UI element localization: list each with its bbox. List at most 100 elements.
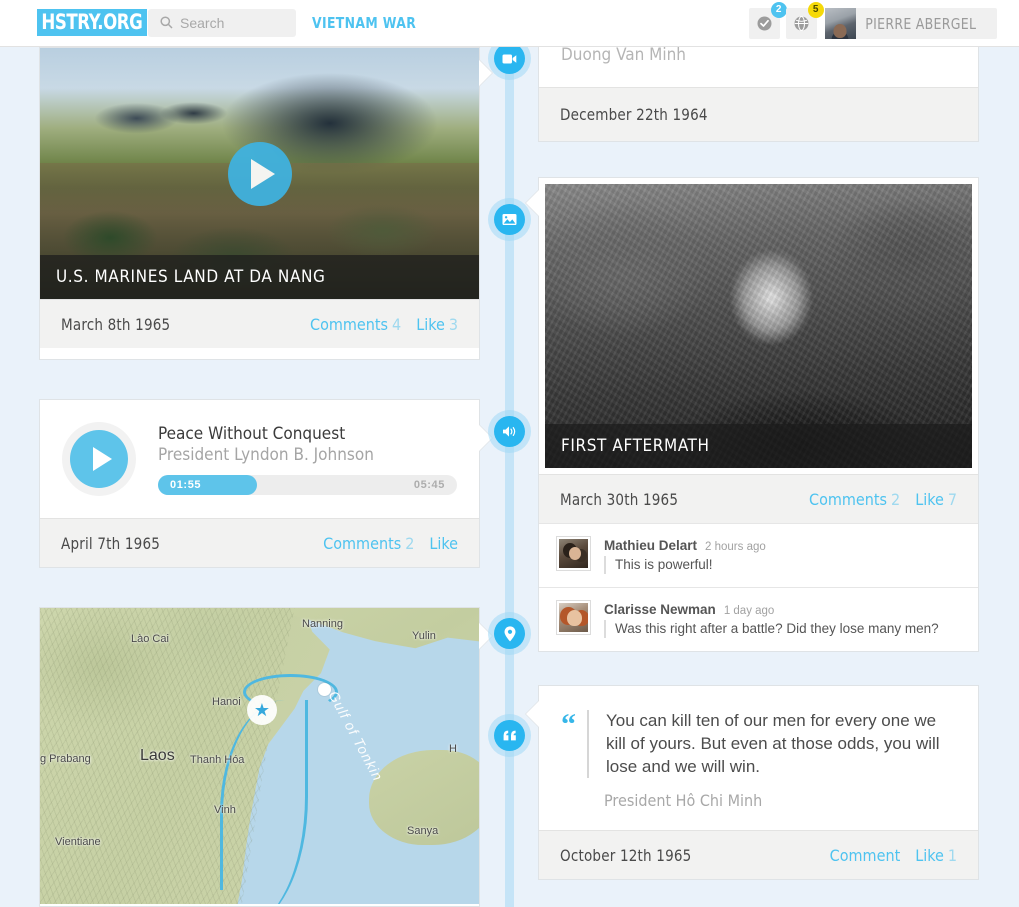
like-action[interactable]: Like 3 xyxy=(416,315,458,334)
play-icon xyxy=(251,158,275,189)
audio-event-card: Peace Without Conquest President Lyndon … xyxy=(39,399,492,568)
comment-body: Clarisse Newman 1 day ago Was this right… xyxy=(604,601,960,639)
footer-actions: Comments 4 Like 3 xyxy=(310,315,458,334)
audio-meta: Peace Without Conquest President Lyndon … xyxy=(158,424,457,495)
audio-play-circle xyxy=(70,430,128,488)
comment-text: This is powerful! xyxy=(604,556,960,575)
comment-header: Mathieu Delart 2 hours ago xyxy=(604,538,960,553)
card-footer: December 22th 1964 xyxy=(539,87,978,141)
like-count: 3 xyxy=(448,314,458,334)
like-label: Like xyxy=(429,533,458,553)
event-date: March 8th 1965 xyxy=(61,314,171,334)
photo-thumbnail[interactable]: FIRST AFTERMATH xyxy=(545,184,972,468)
like-count: 1 xyxy=(947,845,957,865)
quote-event-card: “ You can kill ten of our men for every … xyxy=(526,685,979,881)
map-label: Nanning xyxy=(302,618,343,630)
video-thumbnail[interactable]: U.S. MARINES LAND AT DA NANG xyxy=(40,48,479,299)
map-viewport[interactable]: ★ Nanning Yulin Lào Cai Hanoi Laos g Prabang T… xyxy=(40,608,479,904)
audio-play-button[interactable] xyxy=(62,422,136,496)
globe-button[interactable]: 5 xyxy=(785,2,824,39)
card-footer: October 12th 1965 Comment Like 1 xyxy=(539,830,978,880)
card-pointer xyxy=(526,701,539,728)
comments-count: 2 xyxy=(891,489,901,509)
video-caption: U.S. MARINES LAND AT DA NANG xyxy=(40,255,479,299)
like-action[interactable]: Like 7 xyxy=(915,490,957,509)
map-label: H xyxy=(449,743,457,755)
map-label: Hanoi xyxy=(212,696,241,708)
comments-label: Comments xyxy=(809,489,888,509)
check-circle-icon xyxy=(757,16,772,31)
quote-icon: “ xyxy=(561,708,576,742)
timeline-marker-video[interactable] xyxy=(494,43,525,74)
like-label: Like xyxy=(915,489,944,509)
map-label: Laos xyxy=(140,747,175,764)
card-footer: April 7th 1965 Comments 2 Like xyxy=(40,518,479,567)
card-pointer xyxy=(479,60,492,86)
timeline-marker-map[interactable] xyxy=(494,618,525,649)
map-label: Lào Cai xyxy=(131,633,169,645)
card-pointer xyxy=(479,623,492,649)
card-footer: March 8th 1965 Comments 4 Like 3 xyxy=(40,299,479,348)
comments-label: Comments xyxy=(310,314,389,334)
like-label: Like xyxy=(915,845,944,865)
site-logo[interactable]: HSTRY.ORG xyxy=(37,9,147,36)
map-label: Gulf of Tonkin xyxy=(325,688,387,784)
comments-action[interactable]: Comments 2 xyxy=(809,490,900,509)
comment-author[interactable]: Clarisse Newman xyxy=(604,602,716,617)
globe-icon xyxy=(794,16,809,31)
comments-action[interactable]: Comments 4 xyxy=(310,315,401,334)
card-footer: March 30th 1965 Comments 2 Like 7 xyxy=(539,474,978,523)
photo-caption: FIRST AFTERMATH xyxy=(545,424,972,468)
avatar[interactable] xyxy=(557,601,590,635)
notifications-badge: 2 xyxy=(770,2,787,18)
map-label: Thanh Hóa xyxy=(190,754,245,766)
map-label: Sanya xyxy=(407,825,439,837)
like-action[interactable]: Like 1 xyxy=(915,846,957,865)
user-menu[interactable]: PIERRE ABERGEL xyxy=(824,8,997,39)
map-event-card: ★ Nanning Yulin Lào Cai Hanoi Laos g Prabang T… xyxy=(39,607,492,907)
audio-progress-bar[interactable]: 01:55 05:45 xyxy=(158,474,457,495)
timeline-title[interactable]: VIETNAM WAR xyxy=(312,14,416,32)
location-pin-icon xyxy=(504,625,516,642)
map-label: Yulin xyxy=(412,630,436,642)
search-box[interactable] xyxy=(148,9,296,37)
search-input[interactable] xyxy=(180,9,290,37)
left-timeline-column: U.S. MARINES LAND AT DA NANG March 8th 1… xyxy=(39,47,492,907)
timeline-marker-audio[interactable] xyxy=(494,416,525,447)
quote-main: You can kill ten of our men for every on… xyxy=(587,710,954,810)
timeline-marker-quote[interactable] xyxy=(494,720,525,751)
card-pointer xyxy=(479,425,492,451)
like-action[interactable]: Like xyxy=(429,534,458,553)
timeline-spine xyxy=(505,47,514,907)
top-header: HSTRY.ORG VIETNAM WAR 2 xyxy=(0,0,1019,47)
comment-action[interactable]: Comment xyxy=(830,846,901,865)
avatar[interactable] xyxy=(557,537,590,570)
comment-author[interactable]: Mathieu Delart xyxy=(604,538,697,553)
event-date: October 12th 1965 xyxy=(560,845,692,865)
play-button[interactable] xyxy=(227,141,292,206)
timeline-marker-image[interactable] xyxy=(494,204,525,235)
comments-count: 4 xyxy=(392,314,402,334)
video-event-card: U.S. MARINES LAND AT DA NANG March 8th 1… xyxy=(39,47,492,360)
like-count: 7 xyxy=(947,489,957,509)
event-date: April 7th 1965 xyxy=(61,533,161,553)
audio-player: Peace Without Conquest President Lyndon … xyxy=(40,400,479,518)
globe-badge: 5 xyxy=(807,2,824,18)
map-marker-hanoi[interactable]: ★ xyxy=(247,695,277,725)
card-pointer xyxy=(526,190,539,216)
comments-action[interactable]: Comments 2 xyxy=(323,534,414,553)
comment-text: Was this right after a battle? Did they … xyxy=(604,620,960,639)
notifications-button[interactable]: 2 xyxy=(748,2,787,39)
avatar xyxy=(824,8,856,39)
audio-title: Peace Without Conquest xyxy=(158,423,346,444)
map-canvas[interactable]: ★ Nanning Yulin Lào Cai Hanoi Laos g Prabang T… xyxy=(40,608,479,904)
comment-timestamp: 2 hours ago xyxy=(705,541,766,553)
quote-content: “ You can kill ten of our men for every … xyxy=(539,686,978,830)
comment-item: Mathieu Delart 2 hours ago This is power… xyxy=(539,523,978,588)
comment-label: Comment xyxy=(829,845,901,865)
event-date: March 30th 1965 xyxy=(560,489,679,509)
comments-label: Comments xyxy=(323,533,402,553)
speaker-icon xyxy=(502,425,518,438)
comments-count: 2 xyxy=(405,533,415,553)
right-timeline-column: Duong Van Minh December 22th 1964 FIRST … xyxy=(526,0,979,881)
